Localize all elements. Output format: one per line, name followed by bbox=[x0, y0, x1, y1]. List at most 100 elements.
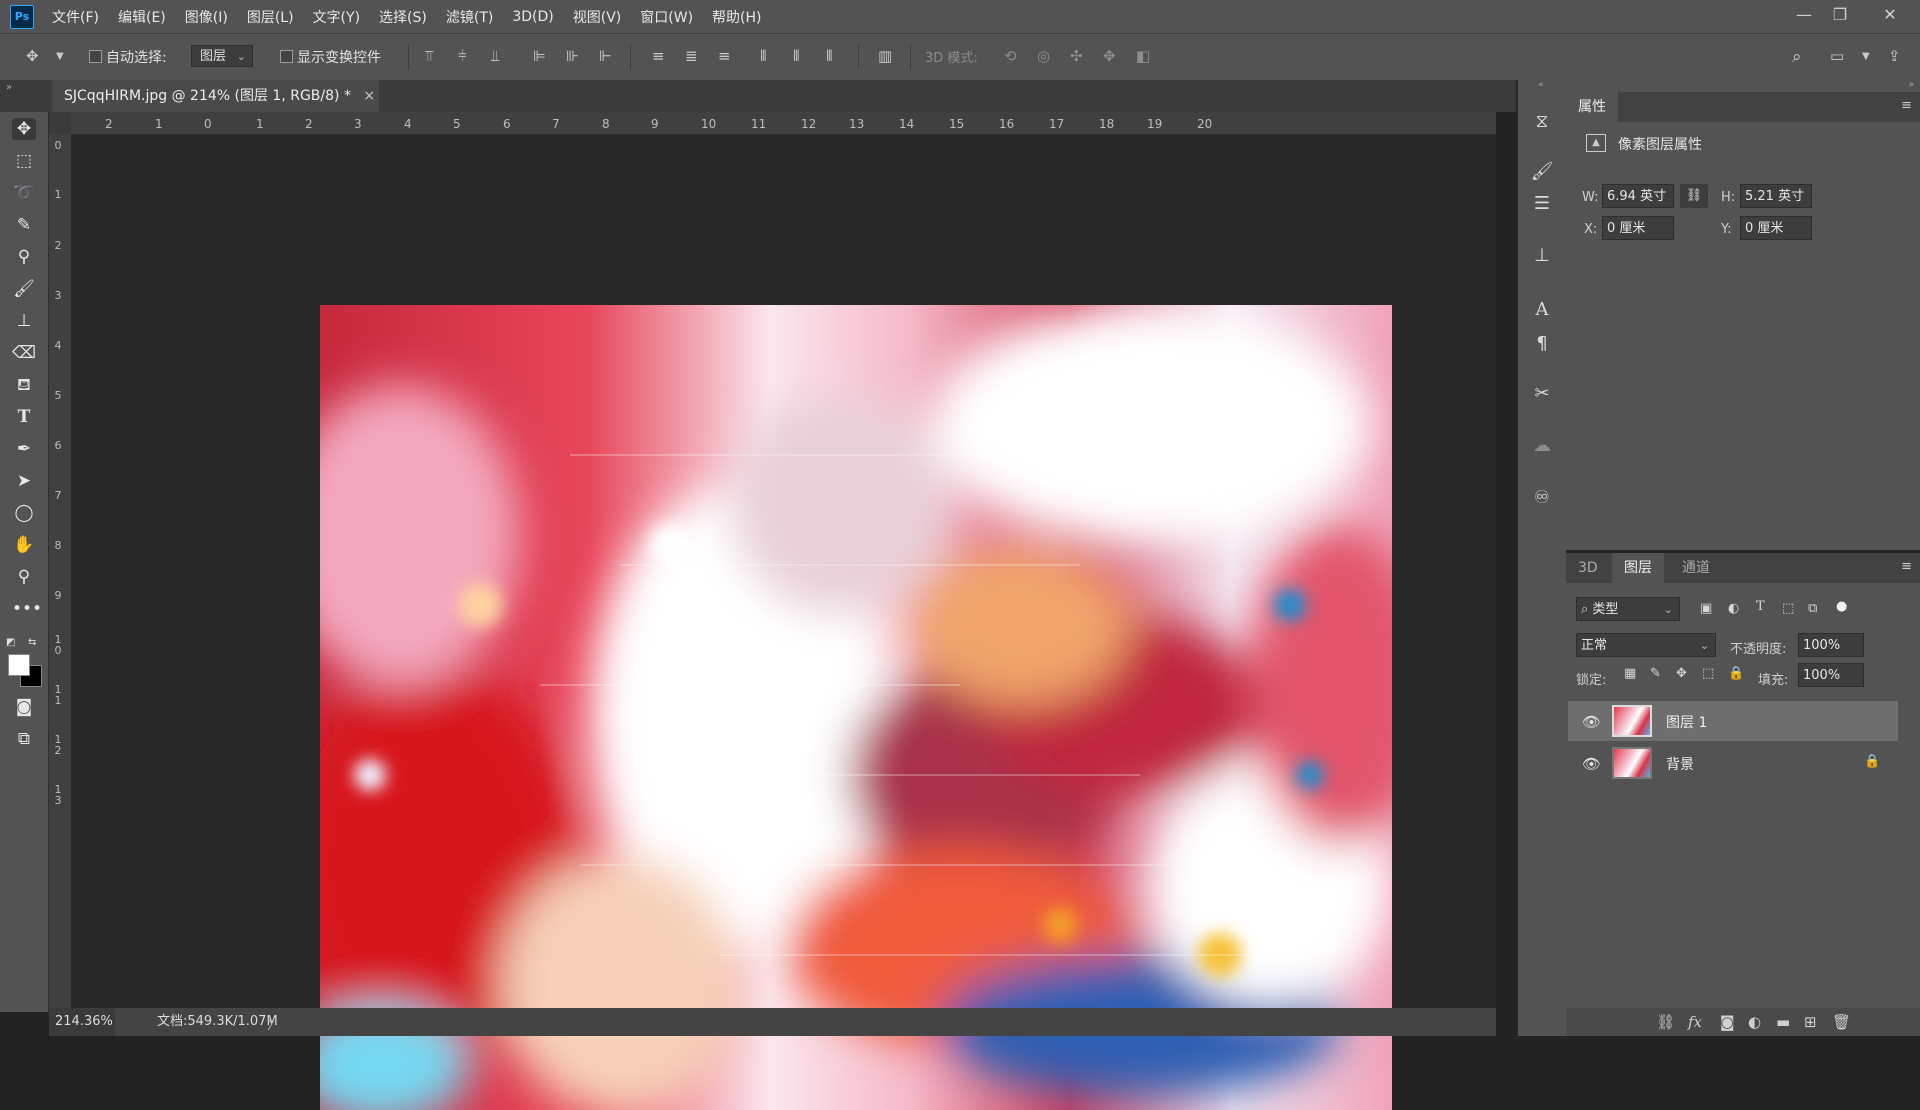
close-tab-icon[interactable]: × bbox=[363, 88, 375, 104]
tab-layers[interactable]: 图层 bbox=[1612, 553, 1664, 583]
chevron-down-icon[interactable]: ▼ bbox=[56, 51, 64, 62]
filter-adjustment-icon[interactable]: ◐ bbox=[1728, 601, 1739, 616]
ellipse-tool-icon[interactable]: ◯ bbox=[12, 502, 36, 524]
lock-transparent-icon[interactable]: ▦ bbox=[1624, 666, 1636, 681]
panel-menu-icon[interactable]: ≡ bbox=[1901, 98, 1912, 113]
3d-scale-icon[interactable]: ◧ bbox=[1136, 47, 1150, 65]
menu-3d[interactable]: 3D(D) bbox=[512, 9, 553, 25]
tab-properties[interactable]: 属性 bbox=[1566, 92, 1618, 122]
link-layers-icon[interactable]: ⛓ bbox=[1656, 1013, 1675, 1031]
trash-icon[interactable]: 🗑 bbox=[1832, 1013, 1851, 1031]
pen-tool-icon[interactable]: ✒ bbox=[12, 438, 36, 460]
move-tool-preset-icon[interactable]: ✥ bbox=[26, 47, 39, 65]
menu-window[interactable]: 窗口(W) bbox=[640, 7, 693, 27]
document-canvas-image[interactable] bbox=[320, 305, 1392, 1110]
restore-button[interactable]: ❐ bbox=[1820, 0, 1860, 28]
document-tab[interactable]: SJCqqHIRM.jpg @ 214% (图层 1, RGB/8) * × bbox=[52, 80, 379, 112]
new-layer-icon[interactable]: ⊞ bbox=[1804, 1013, 1817, 1031]
quick-mask-icon[interactable]: ◙ bbox=[12, 696, 36, 718]
brush-tool-icon[interactable]: 🖌 bbox=[12, 278, 36, 300]
visibility-eye-icon[interactable]: 👁 bbox=[1582, 755, 1601, 773]
move-tool-icon[interactable]: ✥ bbox=[12, 118, 36, 140]
path-select-tool-icon[interactable]: ➤ bbox=[12, 470, 36, 492]
auto-align-icon[interactable]: ▥ bbox=[878, 47, 892, 65]
quick-select-tool-icon[interactable]: ✎ bbox=[12, 214, 36, 236]
paragraph-icon[interactable]: ¶ bbox=[1530, 332, 1554, 356]
character-icon[interactable]: A bbox=[1530, 298, 1554, 322]
align-top-icon[interactable]: ⫪ bbox=[425, 47, 433, 65]
collapse-icon[interactable]: » bbox=[1908, 80, 1914, 90]
layer-name[interactable]: 图层 1 bbox=[1666, 712, 1707, 732]
layer-row-layer1[interactable]: 👁 图层 1 bbox=[1568, 701, 1898, 741]
lock-all-icon[interactable]: 🔒 bbox=[1728, 666, 1744, 681]
distribute-right-icon[interactable]: ⦀ bbox=[826, 47, 833, 65]
paint-bucket-tool-icon[interactable]: ⛾ bbox=[12, 374, 36, 396]
minimize-button[interactable]: — bbox=[1784, 0, 1824, 28]
eraser-tool-icon[interactable]: ⌫ bbox=[12, 342, 36, 364]
menu-layer[interactable]: 图层(L) bbox=[247, 7, 294, 27]
adjustment-layer-icon[interactable]: ◐ bbox=[1748, 1013, 1761, 1031]
3d-slide-icon[interactable]: ✥ bbox=[1103, 47, 1116, 65]
align-bottom-icon[interactable]: ⫫ bbox=[491, 47, 499, 65]
align-left-icon[interactable]: ⊫ bbox=[533, 47, 546, 65]
hand-tool-icon[interactable]: ✋ bbox=[12, 534, 36, 556]
fill-field[interactable]: 100% bbox=[1798, 663, 1864, 687]
tools-preset-icon[interactable]: ✂ bbox=[1530, 382, 1554, 406]
type-tool-icon[interactable]: T bbox=[12, 406, 36, 428]
link-icon[interactable]: ⛓ bbox=[1680, 184, 1708, 208]
collapse-icon[interactable]: » bbox=[6, 82, 12, 93]
lock-position-icon[interactable]: ✥ bbox=[1676, 666, 1687, 681]
filter-kind-dropdown[interactable]: ⌕ 类型 ⌄ bbox=[1576, 597, 1680, 621]
search-icon[interactable]: ⌕ bbox=[1792, 47, 1802, 67]
menu-file[interactable]: 文件(F) bbox=[52, 7, 99, 27]
lasso-tool-icon[interactable]: ➰ bbox=[12, 182, 36, 204]
brush-settings-icon[interactable]: 🖌 bbox=[1530, 160, 1554, 184]
foreground-color-swatch[interactable] bbox=[8, 654, 30, 676]
filter-type-icon[interactable]: T bbox=[1756, 599, 1765, 614]
layer-name[interactable]: 背景 bbox=[1666, 754, 1694, 774]
align-right-icon[interactable]: ⊩ bbox=[599, 47, 612, 65]
align-vcenter-icon[interactable]: ⫩ bbox=[458, 47, 467, 65]
distribute-hcenter-icon[interactable]: ⦀ bbox=[793, 47, 800, 65]
filter-pixel-icon[interactable]: ▣ bbox=[1700, 601, 1712, 616]
clone-source-icon[interactable]: ⊥ bbox=[1530, 244, 1554, 268]
filter-toggle-icon[interactable]: ● bbox=[1836, 599, 1847, 614]
panel-menu-icon[interactable]: ≡ bbox=[1901, 559, 1912, 574]
3d-pan-icon[interactable]: ✣ bbox=[1070, 47, 1083, 65]
tab-channels[interactable]: 通道 bbox=[1670, 553, 1722, 583]
align-hcenter-icon[interactable]: ⊪ bbox=[566, 47, 579, 65]
add-mask-icon[interactable]: ◙ bbox=[1720, 1013, 1735, 1031]
workspace-icon[interactable]: ▭ bbox=[1830, 47, 1844, 65]
canvas-area[interactable] bbox=[72, 135, 1496, 1110]
history-icon[interactable]: ⧖ bbox=[1530, 110, 1554, 134]
auto-select-checkbox[interactable] bbox=[89, 50, 102, 63]
screen-mode-icon[interactable]: ⧉ bbox=[12, 728, 36, 750]
eyedropper-tool-icon[interactable]: ⚲ bbox=[12, 246, 36, 268]
chevron-down-icon[interactable]: ▼ bbox=[1862, 51, 1870, 62]
filter-smart-object-icon[interactable]: ⧉ bbox=[1808, 601, 1817, 616]
adjustments-icon[interactable]: ☰ bbox=[1530, 192, 1554, 216]
share-icon[interactable]: ⇪ bbox=[1888, 47, 1901, 65]
libraries-icon[interactable]: ☁ bbox=[1530, 434, 1554, 458]
zoom-tool-icon[interactable]: ⚲ bbox=[12, 566, 36, 588]
document-info[interactable]: 文档:549.3K/1.07M bbox=[157, 1008, 278, 1036]
height-field[interactable]: 5.21 英寸 bbox=[1740, 184, 1812, 208]
stamp-tool-icon[interactable]: ⊥ bbox=[12, 310, 36, 332]
tab-3d[interactable]: 3D bbox=[1566, 553, 1610, 583]
3d-rotate-icon[interactable]: ⟲ bbox=[1004, 47, 1017, 65]
menu-edit[interactable]: 编辑(E) bbox=[118, 7, 166, 27]
close-window-button[interactable]: ✕ bbox=[1870, 0, 1910, 28]
show-transform-checkbox[interactable] bbox=[280, 50, 293, 63]
menu-help[interactable]: 帮助(H) bbox=[712, 7, 761, 27]
menu-view[interactable]: 视图(V) bbox=[573, 7, 622, 27]
lock-artboard-icon[interactable]: ⬚ bbox=[1702, 666, 1714, 681]
swap-colors-icon[interactable]: ⇆ bbox=[28, 637, 36, 648]
opacity-field[interactable]: 100% bbox=[1798, 633, 1864, 657]
distribute-left-icon[interactable]: ⦀ bbox=[760, 47, 767, 65]
layer-row-background[interactable]: 👁 背景 🔒 bbox=[1568, 743, 1898, 783]
menu-filter[interactable]: 滤镜(T) bbox=[446, 7, 493, 27]
y-field[interactable]: 0 厘米 bbox=[1740, 216, 1812, 240]
width-field[interactable]: 6.94 英寸 bbox=[1602, 184, 1674, 208]
distribute-vcenter-icon[interactable]: ≣ bbox=[685, 47, 698, 65]
visibility-eye-icon[interactable]: 👁 bbox=[1582, 713, 1601, 731]
